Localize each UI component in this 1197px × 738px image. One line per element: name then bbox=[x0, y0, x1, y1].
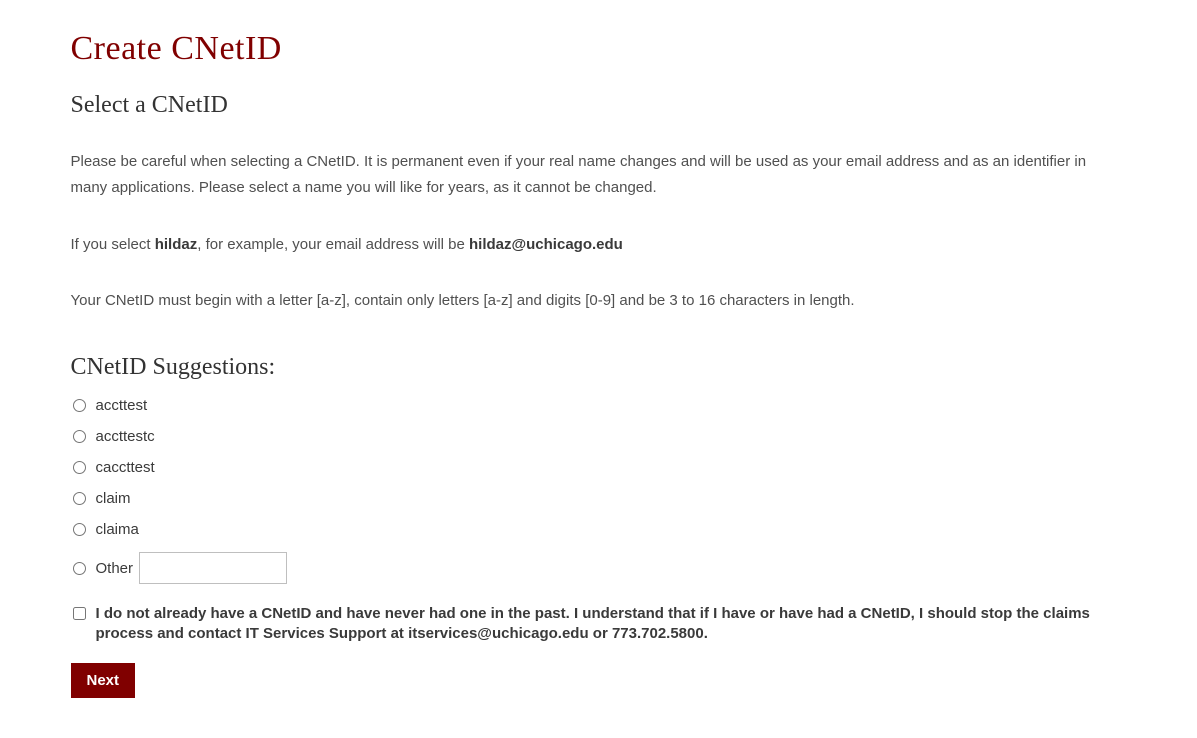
suggestion-radio[interactable] bbox=[73, 492, 86, 505]
form-container: Create CNetID Select a CNetID Please be … bbox=[19, 0, 1179, 738]
consent-label[interactable]: I do not already have a CNetID and have … bbox=[96, 604, 1127, 645]
suggestions-list: accttest accttestc caccttest claim claim… bbox=[71, 397, 1127, 584]
suggestion-item: caccttest bbox=[71, 459, 1127, 476]
page-subtitle: Select a CNetID bbox=[71, 92, 1127, 119]
suggestion-label[interactable]: accttestc bbox=[96, 428, 155, 445]
intro-rules-text: Your CNetID must begin with a letter [a-… bbox=[71, 288, 1127, 314]
suggestion-radio[interactable] bbox=[73, 399, 86, 412]
suggestion-radio[interactable] bbox=[73, 461, 86, 474]
suggestion-radio[interactable] bbox=[73, 523, 86, 536]
suggestion-item: accttest bbox=[71, 397, 1127, 414]
suggestion-item: claima bbox=[71, 521, 1127, 538]
other-cnetid-input[interactable] bbox=[139, 552, 287, 584]
intro-careful-text: Please be careful when selecting a CNetI… bbox=[71, 149, 1127, 202]
suggestion-item-other: Other bbox=[71, 552, 1127, 584]
suggestions-heading: CNetID Suggestions: bbox=[71, 354, 1127, 381]
suggestion-radio-other[interactable] bbox=[73, 562, 86, 575]
suggestion-label[interactable]: accttest bbox=[96, 397, 148, 414]
example-email: hildaz@uchicago.edu bbox=[469, 236, 623, 253]
consent-row: I do not already have a CNetID and have … bbox=[71, 604, 1127, 645]
next-button[interactable]: Next bbox=[71, 663, 136, 698]
suggestion-radio[interactable] bbox=[73, 430, 86, 443]
page-title: Create CNetID bbox=[71, 30, 1127, 68]
consent-checkbox[interactable] bbox=[73, 607, 86, 620]
intro-example-text: If you select hildaz, for example, your … bbox=[71, 232, 1127, 258]
example-middle: , for example, your email address will b… bbox=[197, 236, 469, 253]
suggestion-item: claim bbox=[71, 490, 1127, 507]
suggestion-label[interactable]: caccttest bbox=[96, 459, 155, 476]
example-name: hildaz bbox=[155, 236, 198, 253]
suggestion-label-other[interactable]: Other bbox=[96, 560, 134, 577]
suggestion-item: accttestc bbox=[71, 428, 1127, 445]
example-prefix: If you select bbox=[71, 236, 155, 253]
suggestion-label[interactable]: claim bbox=[96, 490, 131, 507]
suggestion-label[interactable]: claima bbox=[96, 521, 139, 538]
